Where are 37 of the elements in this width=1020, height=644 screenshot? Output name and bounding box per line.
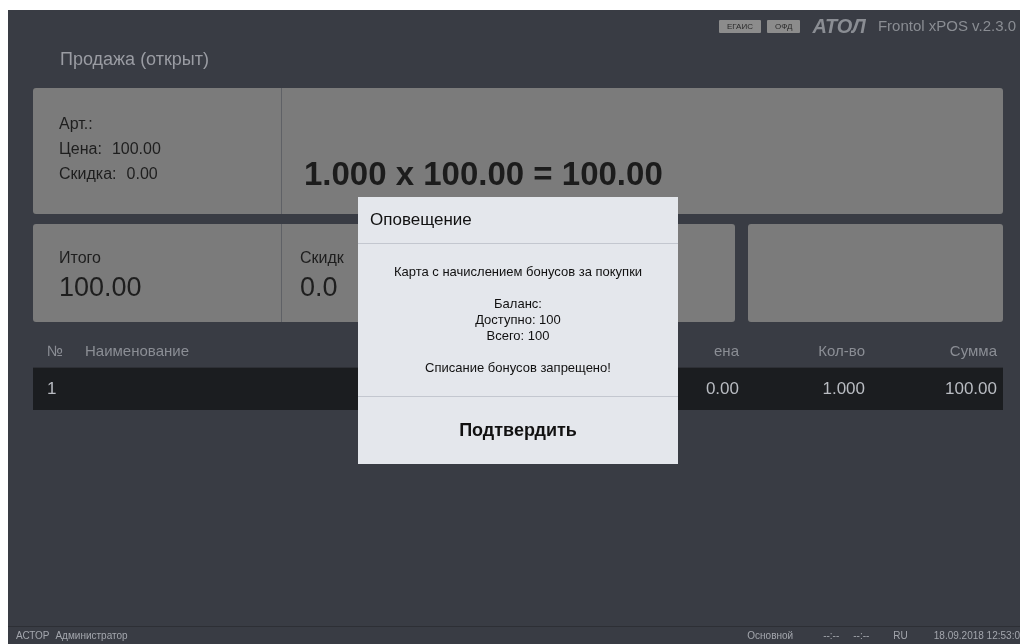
status-text: Администратор [55, 629, 128, 643]
total-label: Итого [59, 248, 101, 268]
status-text: Основной [747, 629, 794, 643]
total-value: 100.00 [59, 271, 142, 304]
table-cell-text: 0.00 [704, 378, 739, 401]
column-header: ена [713, 341, 739, 362]
column-header: Кол-во [817, 341, 865, 362]
screen-title: Продажа (открыт) [59, 48, 211, 71]
field-value: 0.00 [126, 164, 158, 182]
column-header: № [46, 341, 65, 362]
app-version: Frontol xPOS v.2.3.0 [877, 15, 1016, 36]
dialog-message: Списание бонусов запрещено! [425, 360, 611, 376]
status-badge: ОФД [767, 19, 801, 33]
logo-text: АТОЛ [812, 16, 866, 36]
status-text: --:-- [853, 629, 870, 643]
field-value: 100.00 [111, 139, 161, 157]
price-formula: 1.000 x 100.00 = 100.00 [304, 153, 663, 194]
table-cell-text: 1 [46, 378, 58, 401]
column-header: Наименование [85, 341, 190, 362]
field-label: Скидка: [59, 164, 117, 182]
dialog-title: Оповещение [370, 209, 472, 232]
total-value: 0.0 [300, 271, 338, 304]
status-text: RU [893, 629, 908, 643]
dialog-message: Всего: 100 [486, 328, 550, 344]
status-text: АСТОР [16, 629, 50, 643]
status-badge: ЕГАИС [719, 19, 761, 33]
field-label: Арт.: [59, 114, 93, 132]
status-text: 18.09.2018 12:53:0 [933, 629, 1020, 643]
dialog-message: Баланс: [494, 296, 542, 312]
total-label: Скидк [300, 248, 344, 268]
status-text: --:-- [823, 629, 840, 643]
table-cell-text: 1.000 [821, 378, 865, 401]
dialog-message: Доступно: 100 [475, 312, 561, 328]
field-label: Цена: [59, 139, 102, 157]
dialog-message: Карта с начислением бонусов за покупки [393, 264, 643, 280]
table-cell-text: 100.00 [944, 378, 997, 401]
column-header: Сумма [948, 341, 997, 362]
